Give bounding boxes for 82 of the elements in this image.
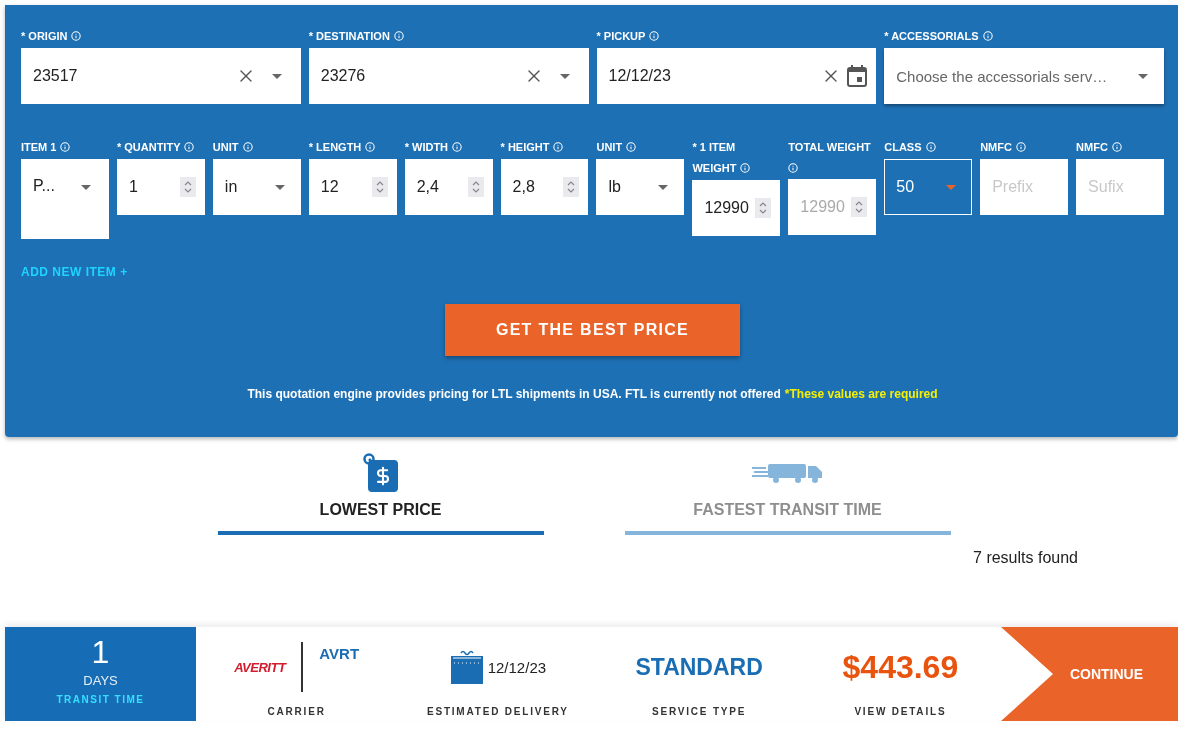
service-type-label: SERVICE TYPE: [652, 706, 747, 717]
field-label: * DESTINATION: [308, 30, 390, 42]
combo-field[interactable]: 23276: [308, 48, 589, 104]
caret-icon: [1138, 73, 1148, 79]
field-label: * HEIGHT: [500, 141, 550, 153]
info-icon[interactable]: [242, 142, 253, 152]
field-label: ITEM 1: [21, 141, 57, 153]
date-field[interactable]: 12/12/23: [596, 48, 877, 104]
info-icon[interactable]: [365, 142, 376, 152]
calendar-icon: [449, 650, 484, 684]
field-label: TOTAL WEIGHT: [788, 141, 871, 153]
field-label: UNIT: [212, 141, 239, 153]
days-label: DAYS: [83, 673, 118, 688]
info-icon[interactable]: [1111, 142, 1122, 152]
number-field[interactable]: 2,8: [500, 159, 589, 215]
select-field[interactable]: lb: [596, 159, 685, 215]
transit-time-label: TRANSIT TIME: [56, 694, 145, 705]
field-label: * QUANTITY: [116, 141, 181, 153]
info-icon[interactable]: [649, 31, 660, 41]
select-field[interactable]: Choose the accessorials serv…: [884, 48, 1164, 104]
number-field[interactable]: 12990: [692, 180, 781, 236]
spinner-control[interactable]: [371, 177, 388, 197]
spinner-control[interactable]: [755, 198, 772, 218]
item-select[interactable]: P...: [21, 159, 109, 239]
up-down-chevron-icon[interactable]: [759, 201, 768, 215]
number-field[interactable]: 1: [116, 159, 205, 215]
info-icon[interactable]: [982, 31, 993, 41]
caret-icon: [80, 185, 91, 190]
field-label: UNIT: [596, 141, 623, 153]
spinner-control[interactable]: [563, 177, 580, 197]
info-note: This quotation engine provides pricing for LTL shipments in USA. FTL is currently not offered: [247, 387, 781, 401]
info-icon[interactable]: [184, 142, 195, 152]
field-label: * WIDTH: [404, 141, 449, 153]
carrier-code: AVRT: [319, 645, 360, 662]
info-icon[interactable]: [393, 31, 404, 41]
info-icon[interactable]: [925, 142, 936, 152]
calendar-icon[interactable]: [847, 65, 868, 87]
number-field[interactable]: 12: [308, 159, 397, 215]
caret-icon: [946, 184, 957, 190]
combo-field[interactable]: 23517: [21, 48, 301, 104]
up-down-chevron-icon[interactable]: [375, 180, 384, 194]
info-icon[interactable]: [71, 31, 82, 41]
caret-icon: [559, 73, 570, 79]
sort-tab[interactable]: LOWEST PRICE: [217, 451, 544, 535]
service-type: STANDARD: [635, 653, 763, 681]
delivery-label: ESTIMATED DELIVERY: [426, 706, 569, 717]
up-down-chevron-icon[interactable]: [567, 180, 576, 194]
caret-icon: [658, 184, 669, 190]
info-icon[interactable]: [788, 163, 799, 173]
caret-icon: [274, 184, 285, 190]
info-icon[interactable]: [1015, 142, 1026, 152]
select-field[interactable]: 50: [884, 159, 973, 215]
caret-icon: [271, 73, 282, 79]
price-tag-icon: [362, 453, 399, 493]
transit-days: 1: [91, 635, 110, 669]
truck-icon: [751, 462, 824, 484]
field-label: CLASS: [884, 141, 922, 153]
info-icon[interactable]: [553, 142, 564, 152]
field-label: * ACCESSORIALS: [884, 30, 979, 42]
info-icon[interactable]: [60, 142, 71, 152]
number-field[interactable]: 2,4: [404, 159, 493, 215]
price: $443.69: [842, 648, 959, 686]
results-count: 7 results found: [973, 549, 1078, 567]
spinner-control[interactable]: [467, 177, 484, 197]
carrier-logo: AVERITT: [234, 659, 286, 675]
required-note: *These values are required: [784, 387, 938, 401]
field-label: * 1 ITEM WEIGHT: [692, 141, 737, 174]
field-label: NMFC: [1076, 141, 1108, 153]
up-down-chevron-icon[interactable]: [183, 180, 192, 194]
field-label: NMFC: [980, 141, 1012, 153]
info-icon[interactable]: [452, 142, 463, 152]
select-field[interactable]: in: [212, 159, 301, 215]
field-label: * PICKUP: [596, 30, 646, 42]
info-icon[interactable]: [740, 163, 751, 173]
carrier-label: CARRIER: [267, 706, 326, 717]
field-label: * LENGTH: [308, 141, 362, 153]
info-icon[interactable]: [626, 142, 637, 152]
field-label: * ORIGIN: [21, 30, 68, 42]
delivery-date: 12/12/23: [487, 658, 547, 676]
up-down-chevron-icon[interactable]: [471, 180, 480, 194]
spinner-control[interactable]: [179, 177, 196, 197]
view-details-link[interactable]: VIEW DETAILS: [854, 706, 947, 717]
